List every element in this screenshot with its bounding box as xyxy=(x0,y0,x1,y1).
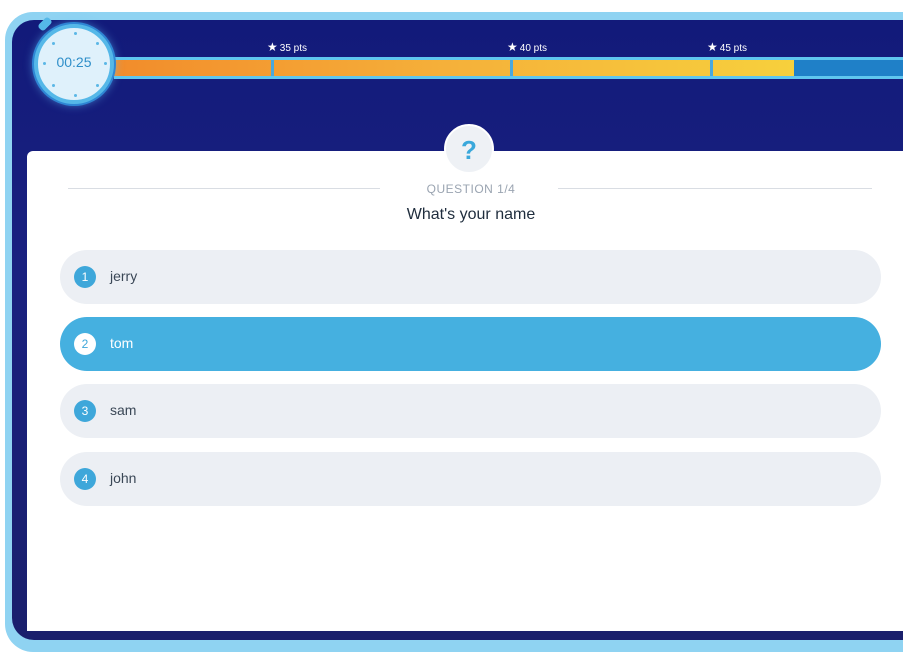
milestone-tick xyxy=(510,60,513,76)
stopwatch-icon: 00:25 xyxy=(34,24,114,104)
milestone-label-1: ★ 35 pts xyxy=(267,40,308,54)
timer-value: 00:25 xyxy=(56,54,92,70)
question-text: What's your name xyxy=(406,206,536,223)
question-number: QUESTION 1/4 xyxy=(426,182,516,196)
star-icon: ★ xyxy=(267,40,278,54)
milestone-tick xyxy=(710,60,713,76)
option-number-badge: 3 xyxy=(74,400,96,422)
divider-right xyxy=(558,188,872,189)
answer-option-2[interactable]: 2 tom xyxy=(60,317,881,371)
question-mark-icon: ? xyxy=(444,124,494,174)
option-label: john xyxy=(110,470,137,486)
milestone-label-2: ★ 40 pts xyxy=(507,40,548,54)
milestone-tick xyxy=(271,60,274,76)
option-number-badge: 2 xyxy=(74,333,96,355)
time-progress-bar xyxy=(114,57,903,79)
star-icon: ★ xyxy=(507,40,518,54)
option-number-badge: 4 xyxy=(74,468,96,490)
answer-option-3[interactable]: 3 sam xyxy=(60,384,881,438)
option-label: sam xyxy=(110,402,137,418)
answer-option-1[interactable]: 1 jerry xyxy=(60,250,881,304)
time-progress-fill xyxy=(114,60,794,76)
star-icon: ★ xyxy=(707,40,718,54)
option-label: tom xyxy=(110,335,134,351)
answer-option-4[interactable]: 4 john xyxy=(60,452,881,506)
option-label: jerry xyxy=(110,268,138,284)
milestone-label-3: ★ 45 pts xyxy=(707,40,748,54)
divider-left xyxy=(68,188,380,189)
option-number-badge: 1 xyxy=(74,266,96,288)
